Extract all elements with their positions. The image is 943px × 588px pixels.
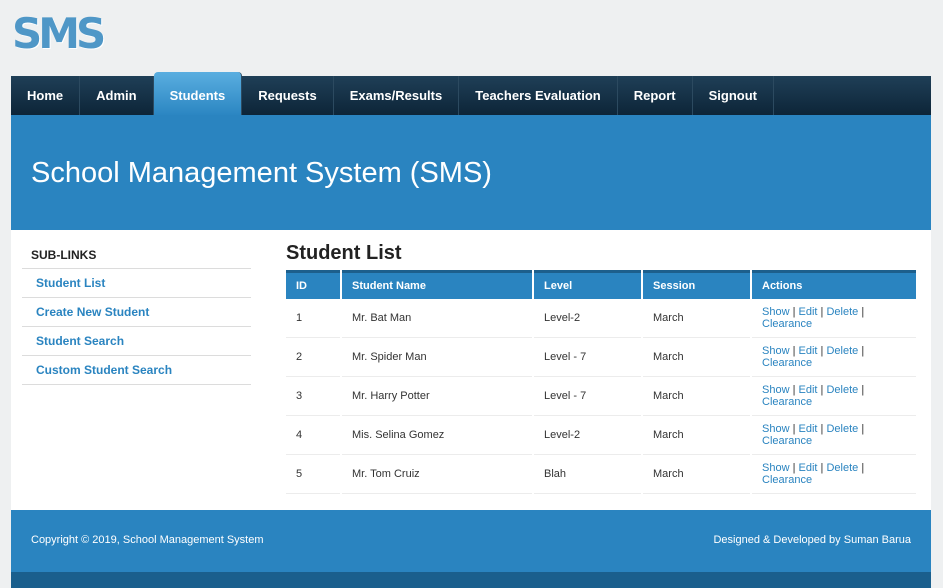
edit-link[interactable]: Edit (799, 345, 818, 357)
cell-actions: Show | Edit | Delete | Clearance (752, 377, 916, 416)
cell-actions: Show | Edit | Delete | Clearance (752, 416, 916, 455)
table-row: 1 Mr. Bat Man Level-2 March Show | Edit | De… (286, 299, 916, 338)
footer-credit: Designed & Developed by Suman Barua (713, 534, 911, 546)
sidebar: SUB-LINKS Student List Create New Studen… (22, 240, 251, 385)
sidebar-link-student-search[interactable]: Student Search (22, 327, 251, 356)
cell-session: March (643, 455, 750, 494)
delete-link[interactable]: Delete (826, 345, 858, 357)
student-table: ID Student Name Level Session Actions 1M… (284, 270, 918, 494)
clearance-link[interactable]: Clearance (762, 474, 812, 486)
clearance-link[interactable]: Clearance (762, 396, 812, 408)
logo: SMS (12, 9, 106, 58)
cell-student-name: Mr. Harry Potter (342, 377, 532, 416)
action-separator: | (820, 462, 824, 474)
show-link[interactable]: Show (762, 306, 790, 318)
cell-id: 3 (286, 377, 340, 416)
cell-id: 5 (286, 455, 340, 494)
nav-item-report[interactable]: Report (618, 76, 693, 115)
banner: School Management System (SMS) (11, 115, 931, 230)
nav-item-signout[interactable]: Signout (693, 76, 774, 115)
sidebar-link-create-new-student[interactable]: Create New Student (22, 298, 251, 327)
edit-link[interactable]: Edit (799, 462, 818, 474)
cell-id: 2 (286, 338, 340, 377)
main-panel: Student List ID Student Name Level Sessi… (286, 240, 920, 494)
clearance-link[interactable]: Clearance (762, 318, 812, 330)
sidebar-link-custom-student-search[interactable]: Custom Student Search (22, 356, 251, 385)
cell-session: March (643, 338, 750, 377)
nav-item-students[interactable]: Students (153, 72, 243, 115)
cell-level: Level - 7 (534, 377, 641, 416)
column-header-student-name: Student Name (342, 270, 532, 299)
nav-item-teachers-evaluation[interactable]: Teachers Evaluation (459, 76, 618, 115)
cell-session: March (643, 377, 750, 416)
page-title: Student List (286, 242, 402, 264)
show-link[interactable]: Show (762, 423, 790, 435)
cell-session: March (643, 299, 750, 338)
footer-copyright: Copyright © 2019, School Management Syst… (31, 534, 264, 546)
table-row: 5 Mr. Tom Cruiz Blah March Show | Edit | Del… (286, 455, 916, 494)
table-row: 4 Mis. Selina Gomez Level-2 March Show | Edi… (286, 416, 916, 455)
table-header-row: ID Student Name Level Session Actions (286, 270, 916, 299)
action-separator: | (861, 384, 865, 396)
action-separator: | (792, 423, 796, 435)
sidebar-title: SUB-LINKS (22, 240, 251, 269)
nav-item-admin[interactable]: Admin (80, 76, 154, 115)
edit-link[interactable]: Edit (799, 423, 818, 435)
cell-student-name: Mr. Spider Man (342, 338, 532, 377)
nav-item-home[interactable]: Home (11, 76, 81, 115)
action-separator: | (861, 423, 865, 435)
edit-link[interactable]: Edit (799, 306, 818, 318)
action-separator: | (792, 462, 796, 474)
action-separator: | (820, 384, 824, 396)
action-separator: | (861, 306, 865, 318)
action-separator: | (820, 306, 824, 318)
column-header-id: ID (286, 270, 340, 299)
cell-level: Level - 7 (534, 338, 641, 377)
banner-title: School Management System (SMS) (31, 157, 492, 189)
column-header-session: Session (643, 270, 750, 299)
table-row: 2 Mr. Spider Man Level - 7 March Show | Edit… (286, 338, 916, 377)
action-separator: | (861, 345, 865, 357)
cell-session: March (643, 416, 750, 455)
main-nav: Home Admin Students Requests Exams/Resul… (11, 72, 931, 115)
bottom-bar (11, 572, 931, 588)
cell-id: 4 (286, 416, 340, 455)
content-area: SUB-LINKS Student List Create New Studen… (11, 230, 931, 510)
cell-actions: Show | Edit | Delete | Clearance (752, 338, 916, 377)
show-link[interactable]: Show (762, 345, 790, 357)
action-separator: | (820, 423, 824, 435)
cell-id: 1 (286, 299, 340, 338)
footer: Copyright © 2019, School Management Syst… (11, 510, 931, 572)
cell-student-name: Mis. Selina Gomez (342, 416, 532, 455)
column-header-level: Level (534, 270, 641, 299)
nav-item-exams-results[interactable]: Exams/Results (334, 76, 460, 115)
clearance-link[interactable]: Clearance (762, 435, 812, 447)
table-row: 3 Mr. Harry Potter Level - 7 March Show | Ed… (286, 377, 916, 416)
delete-link[interactable]: Delete (826, 423, 858, 435)
delete-link[interactable]: Delete (826, 306, 858, 318)
nav-item-requests[interactable]: Requests (242, 76, 334, 115)
cell-actions: Show | Edit | Delete | Clearance (752, 455, 916, 494)
action-separator: | (792, 345, 796, 357)
show-link[interactable]: Show (762, 384, 790, 396)
cell-student-name: Mr. Tom Cruiz (342, 455, 532, 494)
edit-link[interactable]: Edit (799, 384, 818, 396)
action-separator: | (792, 384, 796, 396)
show-link[interactable]: Show (762, 462, 790, 474)
cell-student-name: Mr. Bat Man (342, 299, 532, 338)
delete-link[interactable]: Delete (826, 462, 858, 474)
action-separator: | (792, 306, 796, 318)
cell-level: Blah (534, 455, 641, 494)
delete-link[interactable]: Delete (826, 384, 858, 396)
action-separator: | (820, 345, 824, 357)
sidebar-link-student-list[interactable]: Student List (22, 269, 251, 298)
cell-actions: Show | Edit | Delete | Clearance (752, 299, 916, 338)
cell-level: Level-2 (534, 299, 641, 338)
clearance-link[interactable]: Clearance (762, 357, 812, 369)
action-separator: | (861, 462, 865, 474)
column-header-actions: Actions (752, 270, 916, 299)
cell-level: Level-2 (534, 416, 641, 455)
